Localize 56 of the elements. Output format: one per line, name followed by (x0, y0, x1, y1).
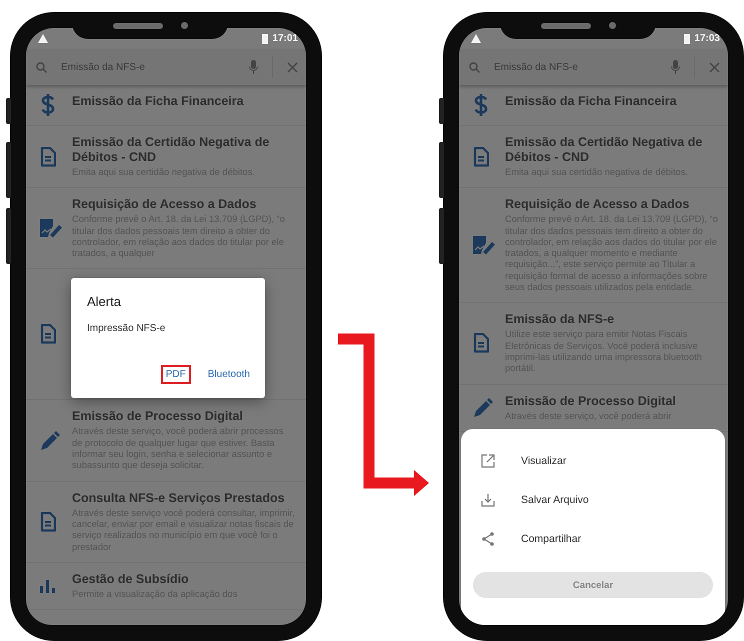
signed-document-icon (473, 235, 495, 256)
speaker-grille (540, 22, 590, 28)
dialog-title: Alerta (87, 294, 122, 309)
open-external-icon (481, 454, 495, 468)
service-title: Emissão da NFS-e (505, 312, 616, 328)
service-item[interactable]: Emissão da Ficha Financeira (459, 85, 728, 126)
search-bar[interactable]: Emissão da NFS-e (459, 49, 728, 85)
document-icon (473, 146, 489, 167)
share-icon (481, 532, 495, 546)
bar-chart-icon (40, 579, 56, 593)
close-icon[interactable] (287, 62, 298, 72)
dialog-button[interactable]: PDF (160, 365, 191, 384)
status-time: 17:01 (272, 33, 298, 44)
pen-icon (473, 398, 493, 418)
dollar-icon (473, 94, 489, 116)
service-title: Emissão da Certidão Negativa de Débitos - CND (505, 135, 704, 165)
service-title: Emissão da Ficha Financeira (505, 94, 678, 109)
service-title: Requisição de Acesso a Dados (505, 197, 690, 212)
service-title: Emissão de Processo Digital (505, 394, 677, 409)
microphone-icon[interactable] (249, 60, 258, 74)
close-icon[interactable] (709, 62, 720, 72)
document-icon (40, 146, 56, 167)
signed-document-icon (40, 218, 62, 238)
dialog-button[interactable]: Bluetooth (202, 365, 255, 384)
service-item[interactable]: Emissão da Ficha Financeira (26, 85, 306, 126)
sheet-action[interactable]: Salvar Arquivo (473, 480, 713, 519)
service-title: Consulta NFS-e Serviços Prestados (72, 490, 286, 506)
dollar-icon (40, 94, 56, 116)
search-bar[interactable]: Emissão da NFS-e (26, 49, 306, 85)
battery-icon (684, 34, 690, 44)
pen-icon (40, 430, 60, 451)
status-time: 17:03 (694, 33, 720, 44)
search-query: Emissão da NFS-e (494, 62, 579, 72)
microphone-icon[interactable] (671, 60, 680, 74)
document-icon (473, 333, 489, 354)
sheet-action[interactable]: Visualizar (473, 441, 713, 480)
camera-lens (180, 22, 188, 29)
service-title: Emissão da Certidão Negativa de Débitos - CND (72, 135, 270, 165)
search-icon (36, 62, 47, 72)
service-title: Gestão de Subsídio (72, 572, 190, 587)
service-title: Emissão de Processo Digital (72, 409, 244, 424)
cancel-button[interactable]: Cancelar (473, 572, 713, 598)
document-icon (40, 324, 56, 344)
document-icon (40, 512, 56, 532)
dialog-message: Impressão NFS-e (87, 323, 166, 334)
warning-icon (38, 34, 48, 43)
service-title: Emissão da Ficha Financeira (72, 94, 245, 109)
battery-icon (262, 34, 268, 44)
service-title: Requisição de Acesso a Dados (72, 197, 258, 212)
search-query: Emissão da NFS-e (61, 62, 146, 72)
speaker-grille (112, 22, 162, 28)
sheet-action[interactable]: Compartilhar (473, 519, 713, 558)
warning-icon (471, 34, 481, 43)
download-icon (481, 492, 495, 506)
camera-lens (608, 22, 616, 29)
search-icon (469, 62, 480, 72)
